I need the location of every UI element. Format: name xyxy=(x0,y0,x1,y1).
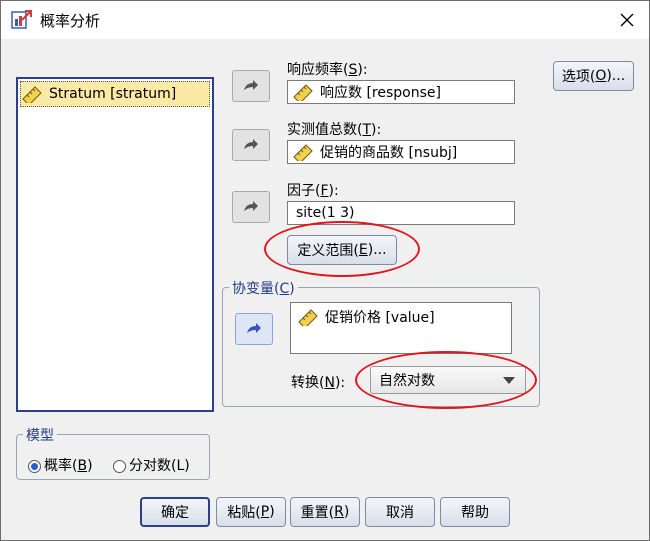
scale-ruler-icon xyxy=(293,84,313,101)
factor-field[interactable]: site(1 3) xyxy=(287,201,515,225)
chevron-down-icon xyxy=(503,377,515,384)
dialog-content: Stratum [stratum] 响应频率(S): 响应数 [response… xyxy=(1,39,649,540)
model-option-probit[interactable]: 概率(B) xyxy=(28,455,93,475)
arrow-right-icon xyxy=(244,201,258,211)
response-label: 响应频率(S): xyxy=(287,62,368,78)
define-range-button[interactable]: 定义范围(E)... xyxy=(287,235,397,265)
move-to-covariates-button[interactable] xyxy=(235,313,273,345)
covariates-list[interactable]: 促销价格 [value] xyxy=(290,302,512,354)
source-variable-list[interactable]: Stratum [stratum] xyxy=(16,77,214,412)
dialog-window: 概率分析 Stratum [stratum] 响应频率(S): 响应数 [res… xyxy=(0,0,650,541)
options-button[interactable]: 选项(O)... xyxy=(553,61,634,91)
covariate-label: 促销价格 [value] xyxy=(325,310,435,326)
app-icon xyxy=(11,10,32,29)
scale-ruler-icon xyxy=(293,144,313,161)
model-title: 模型 xyxy=(23,425,57,445)
window-title: 概率分析 xyxy=(40,12,101,30)
factor-label: 因子(F): xyxy=(287,183,339,199)
scale-ruler-icon xyxy=(22,86,42,103)
scale-ruler-icon xyxy=(298,309,318,326)
move-to-factor-button[interactable] xyxy=(232,191,270,223)
close-icon xyxy=(620,13,634,27)
radio-checked-icon xyxy=(28,459,41,473)
arrow-right-icon xyxy=(247,323,261,333)
response-field[interactable]: 响应数 [response] xyxy=(287,80,515,104)
move-to-observed-button[interactable] xyxy=(232,129,270,161)
transform-value: 自然对数 xyxy=(379,373,435,389)
transform-dropdown[interactable]: 自然对数 xyxy=(370,366,526,394)
move-to-response-button[interactable] xyxy=(232,70,270,102)
list-item-label: Stratum [stratum] xyxy=(49,86,177,102)
list-item[interactable]: Stratum [stratum] xyxy=(20,81,210,107)
response-value: 响应数 [response] xyxy=(320,85,441,101)
covariates-title: 协变量(C) xyxy=(229,278,298,298)
title-bar: 概率分析 xyxy=(1,1,649,39)
observed-value: 促销的商品数 [nsubj] xyxy=(320,145,458,161)
observed-field[interactable]: 促销的商品数 [nsubj] xyxy=(287,140,515,164)
paste-button[interactable]: 粘贴(P) xyxy=(216,497,286,527)
radio-unchecked-icon xyxy=(113,459,126,473)
help-button[interactable]: 帮助 xyxy=(440,497,510,527)
transform-label: 转换(N): xyxy=(291,375,346,391)
model-option-logit[interactable]: 分对数(L) xyxy=(113,455,190,475)
list-item[interactable]: 促销价格 [value] xyxy=(297,307,435,327)
close-button[interactable] xyxy=(605,3,649,37)
cancel-button[interactable]: 取消 xyxy=(365,497,435,527)
reset-button[interactable]: 重置(R) xyxy=(290,497,360,527)
arrow-right-icon xyxy=(244,139,258,149)
ok-button[interactable]: 确定 xyxy=(140,497,210,527)
factor-value: site(1 3) xyxy=(296,205,355,221)
observed-label: 实测值总数(T): xyxy=(287,122,382,138)
arrow-right-icon xyxy=(244,80,258,90)
